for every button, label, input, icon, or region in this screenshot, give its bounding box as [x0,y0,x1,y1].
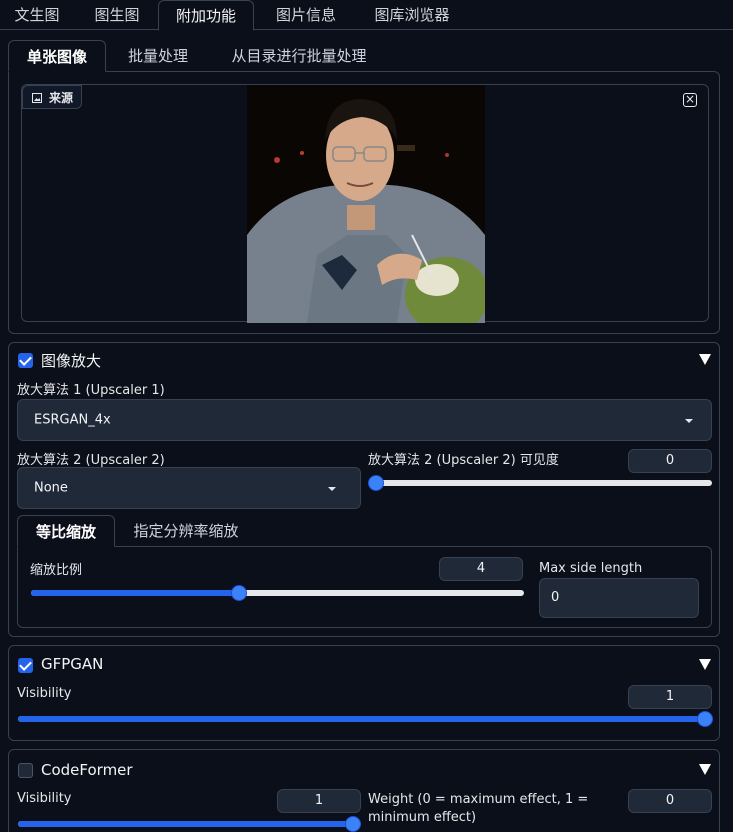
tab-png-info[interactable]: 图片信息 [260,0,352,30]
scale-ratio-input[interactable]: 4 [439,557,523,581]
max-side-input[interactable]: 0 [539,578,699,618]
gfpgan-section: GFPGAN Visibility 1 [8,645,720,741]
gfpgan-visibility-slider[interactable] [18,711,713,727]
gfpgan-checkbox[interactable] [18,658,33,673]
scale-panel: 缩放比例 4 Max side length 0 [17,546,712,628]
image-icon [32,93,42,103]
chevron-down-icon [328,487,336,491]
collapse-triangle-icon[interactable] [699,354,711,365]
gfpgan-visibility-input[interactable]: 1 [628,685,712,709]
upscale-checkbox[interactable] [18,353,33,368]
codeformer-visibility-label: Visibility [17,791,72,806]
close-icon[interactable]: × [683,93,697,107]
scale-ratio-label: 缩放比例 [30,563,83,578]
tab-extras[interactable]: 附加功能 [158,0,254,31]
single-image-panel: 单张图像 批量处理 从目录进行批量处理 来源 × [8,40,720,334]
codeformer-section: CodeFormer Visibility 1 Weight (0 = maxi… [8,749,720,832]
codeformer-checkbox[interactable] [18,763,33,778]
tab-scale-by[interactable]: 等比缩放 [17,515,115,547]
source-label: 来源 [22,85,82,109]
tab-scale-to[interactable]: 指定分辨率缩放 [121,515,251,547]
tab-txt2img[interactable]: 文生图 [0,0,74,30]
codeformer-visibility-input[interactable]: 1 [277,789,361,813]
tab-img2img[interactable]: 图生图 [80,0,154,30]
collapse-triangle-icon[interactable] [699,659,711,670]
upscale-title: 图像放大 [41,352,102,370]
upscaler2-label: 放大算法 2 (Upscaler 2) [17,453,165,468]
gfpgan-visibility-label: Visibility [17,686,72,701]
codeformer-weight-label: Weight (0 = maximum effect, 1 = minimum … [368,792,589,825]
upscaler2-visibility-slider[interactable] [368,475,712,491]
upscaler1-label: 放大算法 1 (Upscaler 1) [17,383,165,398]
image-dropzone[interactable]: 来源 × [21,84,709,323]
upscaler1-select[interactable]: ESRGAN_4x [17,399,712,441]
upscaler2-visibility-label: 放大算法 2 (Upscaler 2) 可见度 [368,453,559,468]
source-image-area: 来源 × [8,71,720,334]
upscaler2-select[interactable]: None [17,467,361,509]
max-side-label: Max side length [539,561,643,576]
tab-image-browser[interactable]: 图库浏览器 [360,0,464,30]
source-photo [247,85,485,323]
chevron-down-icon [685,419,693,423]
subtab-batch[interactable]: 批量处理 [112,40,204,72]
scale-ratio-slider[interactable] [31,585,524,601]
subtab-single-image[interactable]: 单张图像 [8,40,106,72]
upscaler2-visibility-input[interactable]: 0 [628,449,712,473]
gfpgan-title: GFPGAN [41,655,104,673]
codeformer-title: CodeFormer [41,761,133,779]
subtab-batch-dir[interactable]: 从目录进行批量处理 [214,40,384,72]
codeformer-weight-input[interactable]: 0 [628,789,712,813]
collapse-triangle-icon[interactable] [699,764,711,775]
codeformer-visibility-slider[interactable] [18,816,361,832]
upscale-section: 图像放大 放大算法 1 (Upscaler 1) ESRGAN_4x 放大算法 … [8,342,720,637]
top-tab-bar: 文生图 图生图 附加功能 图片信息 图库浏览器 [0,0,733,31]
